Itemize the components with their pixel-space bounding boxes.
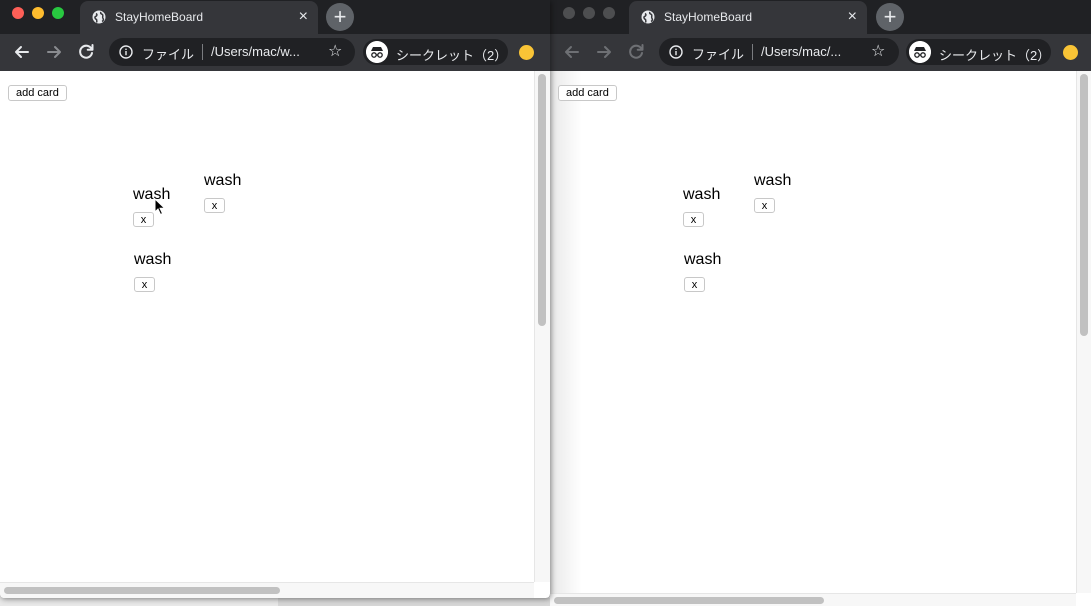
card-text: wash: [684, 251, 722, 268]
horizontal-scrollbar[interactable]: [0, 582, 534, 598]
address-divider: [752, 44, 753, 60]
incognito-label: シークレット（2）: [396, 48, 508, 63]
card-delete-button[interactable]: x: [134, 277, 155, 292]
window-close-button[interactable]: [12, 7, 24, 19]
back-arrow-icon[interactable]: [561, 41, 583, 63]
card-delete-button[interactable]: x: [133, 212, 154, 227]
window-minimize-button[interactable]: [583, 7, 595, 19]
add-card-button[interactable]: add card: [558, 85, 617, 101]
scheme-label: ファイル: [142, 47, 195, 62]
address-bar[interactable]: ファイル /Users/mac/w... ☆: [109, 38, 355, 66]
browser-window-left: StayHomeBoard × + ファイル /Users/mac/w... ☆: [0, 0, 550, 598]
info-icon[interactable]: [119, 45, 133, 59]
address-bar[interactable]: ファイル /Users/mac/... ☆: [659, 38, 899, 66]
vertical-scrollbar[interactable]: [534, 71, 550, 582]
incognito-indicator[interactable]: シークレット（2）: [906, 39, 1051, 65]
info-icon[interactable]: [669, 45, 683, 59]
new-tab-button[interactable]: +: [876, 3, 904, 31]
window-zoom-button[interactable]: [603, 7, 615, 19]
vertical-scrollbar-thumb[interactable]: [1080, 74, 1088, 336]
tab-stayhomeboard[interactable]: StayHomeBoard ×: [629, 1, 867, 34]
forward-arrow-icon[interactable]: [593, 41, 615, 63]
card-text: wash: [754, 172, 792, 189]
tab-strip: StayHomeBoard × +: [0, 0, 550, 34]
star-icon[interactable]: ☆: [871, 42, 885, 62]
back-arrow-icon[interactable]: [11, 41, 33, 63]
globe-icon: [92, 10, 106, 24]
card-text: wash: [134, 251, 172, 268]
incognito-label: シークレット（2）: [939, 48, 1051, 63]
tab-close-icon[interactable]: ×: [299, 7, 308, 27]
window-shadow: [550, 71, 582, 606]
toolbar: ファイル /Users/mac/w... ☆ シークレット（2）: [0, 34, 550, 71]
incognito-icon: [909, 41, 931, 63]
cursor-icon: [154, 198, 166, 216]
card-text: wash: [683, 186, 721, 203]
card-delete-button[interactable]: x: [204, 198, 225, 213]
card-delete-button[interactable]: x: [754, 198, 775, 213]
incognito-icon: [366, 41, 388, 63]
horizontal-scrollbar-thumb[interactable]: [4, 587, 280, 594]
page-viewport: add card wash x wash x wash x: [550, 71, 1091, 606]
page-viewport: add card wash x wash x wash x: [0, 71, 550, 598]
scheme-label: ファイル: [692, 47, 745, 62]
url-text[interactable]: /Users/mac/...: [761, 44, 861, 59]
star-icon[interactable]: ☆: [328, 42, 342, 62]
tab-stayhomeboard[interactable]: StayHomeBoard ×: [80, 1, 318, 34]
tab-title: StayHomeBoard: [664, 10, 753, 24]
profile-avatar[interactable]: [1063, 45, 1078, 60]
desktop-background: [278, 598, 550, 606]
tab-strip: StayHomeBoard × +: [550, 0, 1091, 34]
card-delete-button[interactable]: x: [684, 277, 705, 292]
tab-close-icon[interactable]: ×: [848, 7, 857, 27]
tab-title: StayHomeBoard: [115, 10, 204, 24]
reload-icon[interactable]: [625, 41, 647, 63]
card-delete-button[interactable]: x: [683, 212, 704, 227]
address-divider: [202, 44, 203, 60]
globe-icon: [641, 10, 655, 24]
vertical-scrollbar[interactable]: [1076, 71, 1091, 593]
forward-arrow-icon[interactable]: [43, 41, 65, 63]
card-text: wash: [204, 172, 242, 189]
horizontal-scrollbar[interactable]: [550, 593, 1076, 606]
browser-window-right: StayHomeBoard × + ファイル /Users/mac/... ☆: [550, 0, 1091, 606]
profile-avatar[interactable]: [519, 45, 534, 60]
window-zoom-button[interactable]: [52, 7, 64, 19]
add-card-button[interactable]: add card: [8, 85, 67, 101]
toolbar: ファイル /Users/mac/... ☆ シークレット（2）: [550, 34, 1091, 71]
incognito-indicator[interactable]: シークレット（2）: [363, 39, 508, 65]
window-close-button[interactable]: [563, 7, 575, 19]
vertical-scrollbar-thumb[interactable]: [538, 74, 546, 326]
horizontal-scrollbar-thumb[interactable]: [554, 597, 824, 604]
url-text[interactable]: /Users/mac/w...: [211, 44, 319, 59]
window-minimize-button[interactable]: [32, 7, 44, 19]
new-tab-button[interactable]: +: [326, 3, 354, 31]
reload-icon[interactable]: [75, 41, 97, 63]
